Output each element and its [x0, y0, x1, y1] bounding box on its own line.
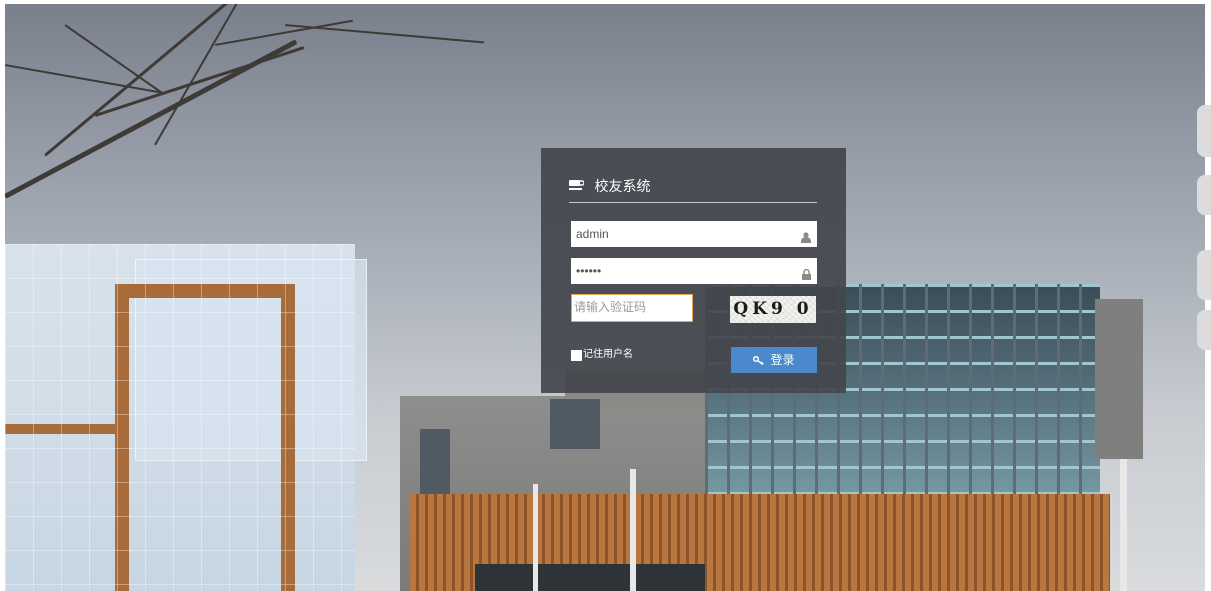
captcha-field[interactable]	[571, 294, 693, 322]
building-column	[533, 484, 538, 591]
tree-branch	[5, 64, 163, 94]
username-field[interactable]	[571, 221, 817, 247]
glass-grid	[5, 244, 355, 591]
building-window	[420, 429, 450, 499]
concrete-side	[1095, 299, 1143, 459]
tree-branch	[94, 46, 305, 117]
remember-label: 记住用户名	[583, 349, 633, 360]
building-base	[475, 564, 705, 591]
building-column	[1120, 459, 1127, 591]
login-title: 校友系统	[569, 178, 817, 203]
lock-icon	[802, 265, 811, 284]
login-button-label: 登录	[770, 353, 795, 367]
login-button[interactable]: 登录	[731, 347, 817, 373]
key-icon	[753, 348, 765, 374]
captcha-image[interactable]: QK9 0	[730, 296, 816, 323]
building-column	[630, 469, 636, 591]
remember-checkbox[interactable]	[571, 349, 582, 361]
username-input[interactable]	[571, 221, 796, 247]
edge-decoration	[1197, 105, 1211, 355]
password-field[interactable]	[571, 258, 817, 284]
coffee-cup-icon	[569, 178, 585, 196]
building-window	[550, 399, 600, 449]
tree-branch	[214, 19, 354, 46]
captcha-input[interactable]	[572, 295, 688, 319]
user-icon	[801, 228, 811, 247]
login-panel: 校友系统 QK9 0 记住用户名 登	[541, 148, 846, 393]
remember-username[interactable]: 记住用户名	[571, 349, 633, 362]
login-title-text: 校友系统	[594, 179, 651, 195]
password-input[interactable]	[571, 258, 796, 284]
tree-branch	[284, 24, 485, 44]
